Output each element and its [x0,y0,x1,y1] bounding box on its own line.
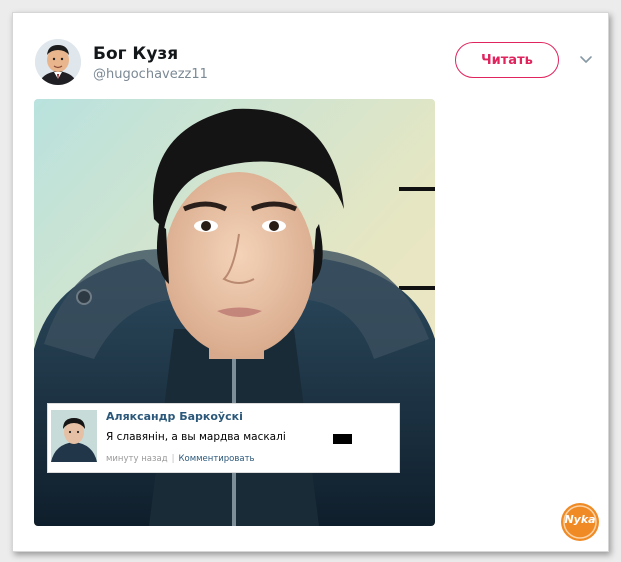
comment-author[interactable]: Аляксандр Баркоўскі [106,410,243,423]
redaction-box [333,434,352,444]
watermark-text: Nyka [564,513,596,526]
comment-text: Я славянін, а вы мардва маскалі [106,431,286,443]
chevron-down-icon[interactable] [579,55,593,65]
tweet-card: Бог Кузя @hugochavezz11 Читать Аляксандр… [12,12,609,552]
display-name[interactable]: Бог Кузя [93,44,178,64]
tweet-photo[interactable]: Аляксандр Баркоўскі Я славянін, а вы мар… [34,99,435,526]
comment-meta: минуту назад | Комментировать [106,454,255,464]
watermark-logo: Nyka [560,502,600,542]
avatar[interactable] [35,39,81,85]
comment-screenshot: Аляксандр Баркоўскі Я славянін, а вы мар… [47,403,400,473]
user-handle[interactable]: @hugochavezz11 [93,67,208,82]
comment-reply-link[interactable]: Комментировать [178,454,254,464]
commenter-avatar-image [51,410,97,462]
commenter-avatar[interactable] [51,410,97,462]
comment-time[interactable]: минуту назад [106,454,168,464]
meta-separator: | [171,454,175,464]
follow-button[interactable]: Читать [455,42,559,78]
avatar-image [35,39,81,85]
